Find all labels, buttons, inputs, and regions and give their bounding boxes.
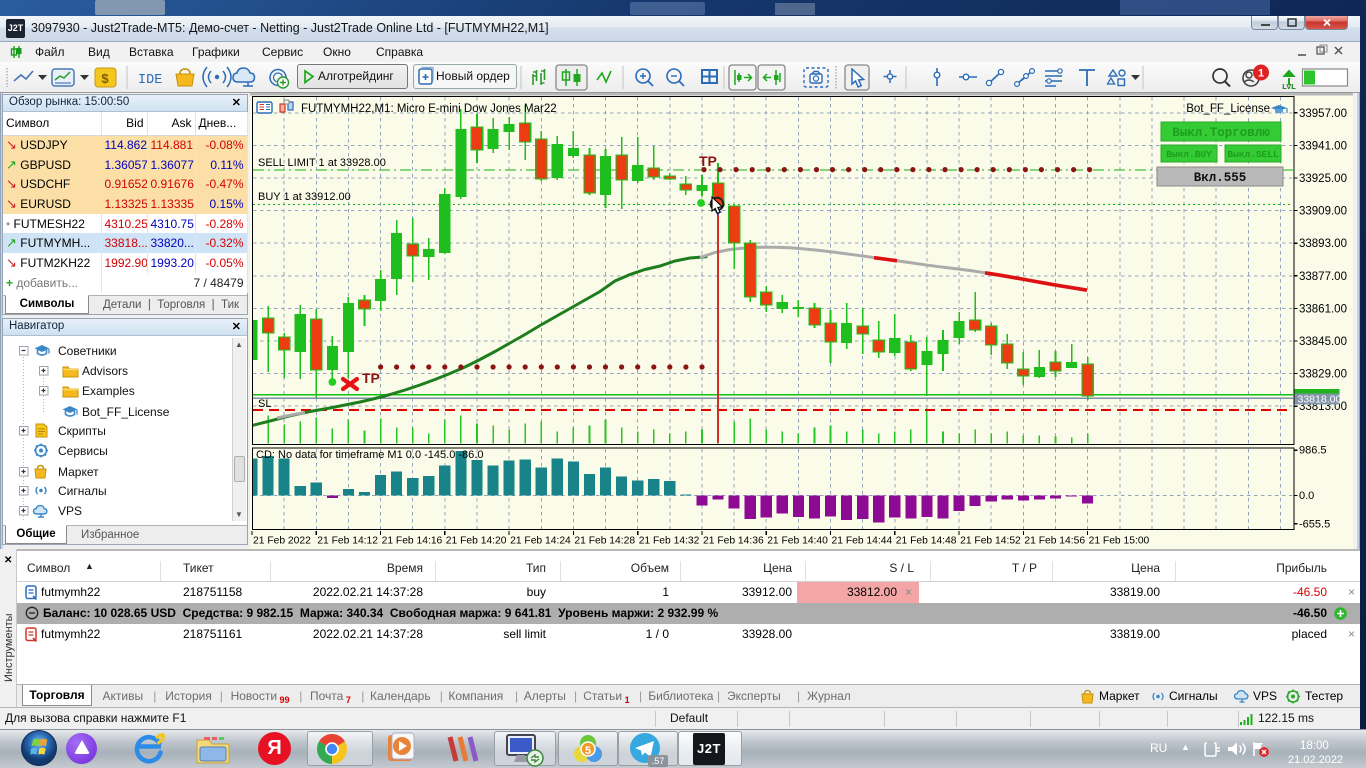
svg-text:21 Feb 14:40: 21 Feb 14:40: [767, 536, 828, 547]
svg-text:5: 5: [585, 745, 591, 757]
svg-text:1: 1: [1258, 68, 1264, 80]
svg-text:33818.00: 33818.00: [1298, 393, 1342, 405]
svg-text:Выкл.SELL: Выкл.SELL: [1227, 149, 1279, 160]
svg-text:33909.00: 33909.00: [1299, 206, 1347, 218]
svg-text:FUTMYMH22,M1: Micro E-mini Dow: FUTMYMH22,M1: Micro E-mini Dow Jones Mar…: [301, 103, 557, 115]
svg-text:33957.00: 33957.00: [1299, 108, 1347, 120]
svg-text:CD: No data for timeframe M1 0: CD: No data for timeframe M1 0.0 -145.0 …: [256, 449, 483, 461]
svg-text:33925.00: 33925.00: [1299, 173, 1347, 185]
svg-text:Выкл.Торговлю: Выкл.Торговлю: [1172, 126, 1270, 140]
svg-text:Выкл.BUY: Выкл.BUY: [1166, 149, 1212, 160]
svg-text:LVL: LVL: [1282, 82, 1296, 91]
svg-text:21 Feb 14:44: 21 Feb 14:44: [832, 536, 893, 547]
svg-text:21 Feb 14:12: 21 Feb 14:12: [317, 536, 378, 547]
svg-text:21 Feb 14:16: 21 Feb 14:16: [382, 536, 443, 547]
svg-text:33861.00: 33861.00: [1299, 303, 1347, 315]
svg-text:-655.5: -655.5: [1299, 518, 1330, 530]
svg-text:21 Feb 14:52: 21 Feb 14:52: [960, 536, 1021, 547]
svg-text:21 Feb 15:00: 21 Feb 15:00: [1089, 536, 1150, 547]
svg-text:.57: .57: [652, 756, 665, 766]
svg-text:Вкл.555: Вкл.555: [1194, 171, 1247, 185]
svg-text:21 Feb 14:32: 21 Feb 14:32: [639, 536, 700, 547]
svg-text:33893.00: 33893.00: [1299, 238, 1347, 250]
svg-text:33829.00: 33829.00: [1299, 369, 1347, 381]
svg-text:0.0: 0.0: [1299, 490, 1314, 502]
svg-text:21 Feb 14:36: 21 Feb 14:36: [703, 536, 764, 547]
svg-text:21 Feb 14:28: 21 Feb 14:28: [574, 536, 635, 547]
svg-text:986.5: 986.5: [1299, 445, 1327, 457]
svg-text:33941.00: 33941.00: [1299, 140, 1347, 152]
svg-text:SL: SL: [258, 398, 271, 410]
svg-text:SELL LIMIT 1 at 33928.00: SELL LIMIT 1 at 33928.00: [258, 157, 386, 169]
svg-text:TP: TP: [699, 153, 717, 169]
svg-text:21 Feb 14:24: 21 Feb 14:24: [510, 536, 571, 547]
svg-text:TP: TP: [362, 370, 380, 386]
svg-text:33877.00: 33877.00: [1299, 271, 1347, 283]
svg-text:BUY 1 at 33912.00: BUY 1 at 33912.00: [258, 191, 351, 203]
svg-text:21 Feb 14:48: 21 Feb 14:48: [896, 536, 957, 547]
svg-text:21 Feb 14:56: 21 Feb 14:56: [1024, 536, 1085, 547]
svg-text:33845.00: 33845.00: [1299, 336, 1347, 348]
svg-text:21 Feb 14:20: 21 Feb 14:20: [446, 536, 507, 547]
svg-text:21 Feb 2022: 21 Feb 2022: [253, 536, 311, 547]
svg-text:Bot_FF_License: Bot_FF_License: [1186, 103, 1270, 115]
